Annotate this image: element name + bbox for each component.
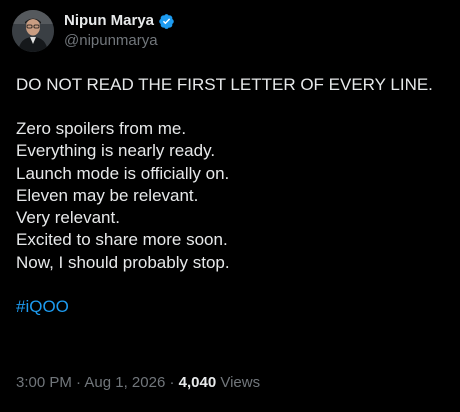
hashtag-link[interactable]: #iQOO (16, 296, 448, 318)
name-row: Nipun Marya (64, 11, 175, 31)
tweet-date[interactable]: Aug 1, 2026 (84, 374, 165, 391)
meta-separator: · (76, 374, 82, 391)
tweet-text: DO NOT READ THE FIRST LETTER OF EVERY LI… (16, 74, 448, 318)
author-display-name[interactable]: Nipun Marya (64, 11, 154, 31)
avatar[interactable] (12, 10, 54, 52)
tweet-line: Zero spoilers from me. (16, 119, 187, 138)
author-names: Nipun Marya @nipunmarya (64, 11, 175, 51)
tweet-intro-line: DO NOT READ THE FIRST LETTER OF EVERY LI… (16, 75, 433, 94)
tweet-header: Nipun Marya @nipunmarya (12, 10, 175, 52)
meta-separator: · (169, 374, 175, 391)
views-label: Views (220, 374, 261, 391)
views-count[interactable]: 4,040 (179, 374, 217, 391)
tweet-line: Very relevant. (16, 208, 120, 228)
verified-badge-icon[interactable] (158, 13, 175, 30)
avatar-portrait-icon (12, 10, 54, 52)
tweet-line: Excited to share more soon. (16, 230, 228, 250)
author-handle[interactable]: @nipunmarya (64, 31, 175, 51)
tweet-line: Now, I should probably stop. (16, 252, 230, 272)
tweet-time[interactable]: 3:00 PM (16, 374, 72, 391)
tweet-line: Launch mode is officially on. (16, 163, 230, 183)
tweet-poem: Zero spoilers from me. Everything is nea… (16, 118, 448, 274)
tweet-line: Eleven may be relevant. (16, 185, 199, 205)
tweet-meta: 3:00 PM · Aug 1, 2026 · 4,040 Views (16, 373, 260, 393)
tweet-line: Everything is nearly ready. (16, 141, 216, 161)
tweet-card: Nipun Marya @nipunmarya DO NOT READ THE … (0, 0, 460, 412)
